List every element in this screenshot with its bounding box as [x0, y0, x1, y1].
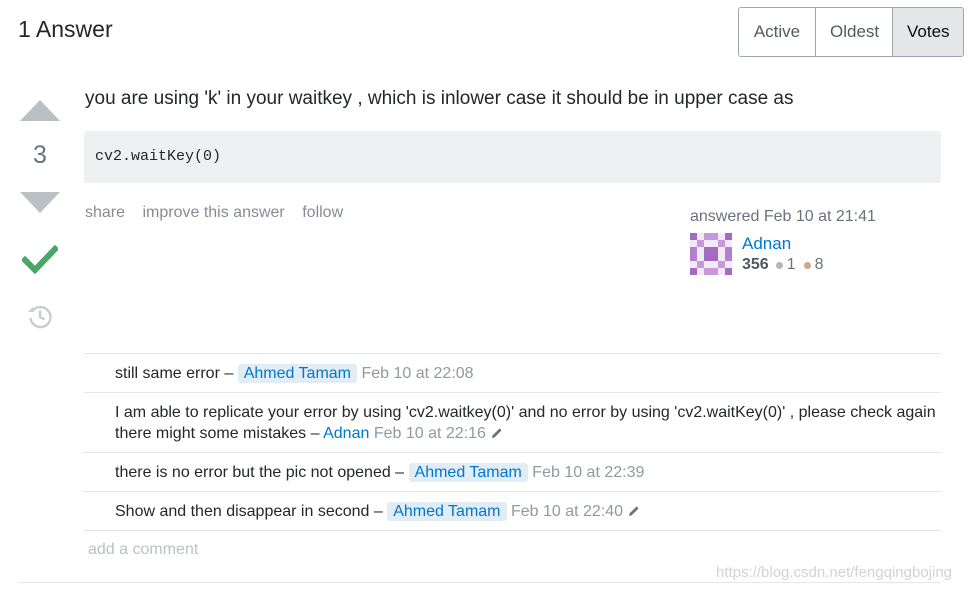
share-link[interactable]: share [85, 204, 125, 221]
divider [18, 582, 941, 583]
user-stats: 356 1 8 [742, 256, 832, 274]
code-block: cv2.waitKey(0) [84, 131, 941, 183]
comment-text: Show and then disappear in second [115, 503, 370, 520]
post-menu: share improve this answer follow [85, 204, 356, 222]
sort-tabs: Active Oldest Votes [738, 7, 964, 57]
comment-separator: – [219, 365, 238, 382]
downvote-button[interactable] [20, 192, 60, 213]
watermark: https://blog.csdn.net/fengqingbojing [716, 564, 953, 581]
comment-text: still same error [115, 365, 220, 382]
comment-separator: – [306, 425, 324, 442]
comment-separator: – [369, 503, 388, 520]
user-avatar[interactable] [690, 233, 732, 275]
comments-list: still same error – Ahmed Tamam Feb 10 at… [84, 353, 941, 531]
comment-user-link[interactable]: Ahmed Tamam [387, 502, 507, 521]
comment-separator: – [390, 464, 409, 481]
silver-badge-count: 1 [786, 256, 796, 273]
reputation-score: 356 [742, 256, 769, 273]
user-name-link[interactable]: Adnan [742, 234, 791, 254]
sort-tab-oldest[interactable]: Oldest [815, 8, 892, 56]
accepted-checkmark-icon [22, 244, 58, 275]
comment-user-link[interactable]: Ahmed Tamam [237, 364, 358, 383]
comment-user-link[interactable]: Adnan [323, 425, 369, 442]
vote-count: 3 [33, 141, 47, 169]
history-icon[interactable] [26, 302, 54, 330]
comment-user-link[interactable]: Ahmed Tamam [408, 463, 528, 482]
silver-badge-icon [775, 261, 783, 269]
add-comment-link[interactable]: add a comment [88, 541, 198, 559]
comment-item: still same error – Ahmed Tamam Feb 10 at… [84, 354, 941, 393]
comment-date[interactable]: Feb 10 at 22:40 [511, 503, 623, 520]
comment-date[interactable]: Feb 10 at 22:08 [361, 365, 473, 382]
follow-link[interactable]: follow [302, 204, 343, 221]
pencil-icon[interactable] [627, 504, 641, 518]
sort-tab-votes[interactable]: Votes [892, 8, 963, 56]
comment-text: I am able to replicate your error by usi… [115, 404, 936, 442]
bronze-badge-count: 8 [814, 256, 824, 273]
answered-time: answered Feb 10 at 21:41 [690, 208, 876, 225]
answers-count-heading: 1 Answer [18, 16, 113, 42]
upvote-button[interactable] [20, 100, 60, 121]
answer-text: you are using 'k' in your waitkey , whic… [85, 88, 794, 109]
comment-date[interactable]: Feb 10 at 22:39 [532, 464, 644, 481]
comment-item: I am able to replicate your error by usi… [84, 393, 941, 453]
sort-tab-active[interactable]: Active [739, 8, 815, 56]
comment-date[interactable]: Feb 10 at 22:16 [374, 425, 486, 442]
comment-item: Show and then disappear in second – Ahme… [84, 492, 941, 531]
comment-text: there is no error but the pic not opened [115, 464, 391, 481]
comment-item: there is no error but the pic not opened… [84, 453, 941, 492]
improve-answer-link[interactable]: improve this answer [142, 204, 284, 221]
bronze-badge-icon [803, 261, 811, 269]
pencil-icon[interactable] [490, 426, 504, 440]
